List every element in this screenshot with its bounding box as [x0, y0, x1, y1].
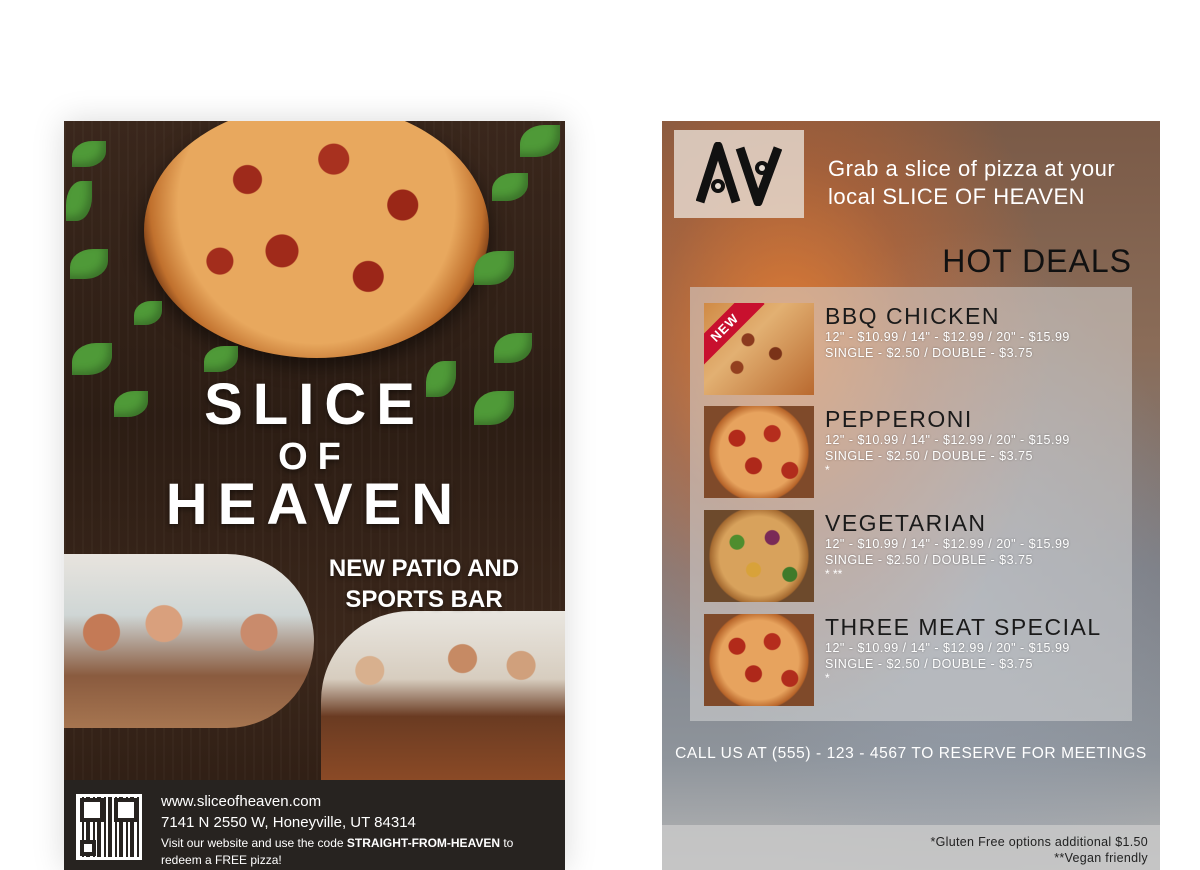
basil-leaf-decoration [474, 251, 514, 285]
basil-leaf-decoration [66, 181, 92, 221]
deal-item-bbq-chicken: NEW BBQ CHICKEN 12" - $10.99 / 14" - $12… [704, 303, 1124, 396]
hot-deals-title: HOT DEALS [942, 243, 1132, 279]
pepperoni-pizza-image [144, 121, 489, 358]
basil-leaf-decoration [134, 301, 162, 325]
patio-line-2: SPORTS BAR [345, 586, 503, 613]
promo-prefix: Visit our website and use the code [161, 836, 347, 850]
deal-slice-prices: SINGLE - $2.50 / DOUBLE - $3.75 [825, 553, 1033, 567]
deal-info: BBQ CHICKEN 12" - $10.99 / 14" - $12.99 … [825, 303, 1125, 361]
patio-diners-photo [64, 554, 314, 728]
three-meat-pizza-image [704, 614, 814, 706]
deal-name: PEPPERONI [825, 406, 973, 432]
deal-info: VEGETARIAN 12" - $10.99 / 14" - $12.99 /… [825, 510, 1125, 580]
deal-item-pepperoni: PEPPERONI 12" - $10.99 / 14" - $12.99 / … [704, 406, 1124, 499]
deal-slice-prices: SINGLE - $2.50 / DOUBLE - $3.75 [825, 346, 1033, 360]
promo-code: STRAIGHT-FROM-HEAVEN [346, 836, 501, 850]
patio-line-1: NEW PATIO AND [328, 555, 520, 582]
deal-name: BBQ CHICKEN [825, 303, 1000, 329]
basil-leaf-decoration [492, 173, 528, 201]
basil-leaf-decoration [204, 346, 238, 372]
deal-name: VEGETARIAN [825, 510, 987, 536]
vegetarian-pizza-image [704, 510, 814, 602]
brand-title-heaven: HEAVEN [165, 472, 464, 537]
deal-prices: 12" - $10.99 / 14" - $12.99 / 20" - $15.… [825, 537, 1070, 551]
logo-box [674, 130, 804, 218]
tagline-line-2: local SLICE OF HEAVEN [828, 184, 1086, 209]
deal-dietary-marks: * ** [825, 567, 843, 581]
deal-item-three-meat-special: THREE MEAT SPECIAL 12" - $10.99 / 14" - … [704, 614, 1124, 707]
flyer-footer: www.sliceofheaven.com 7141 N 2550 W, Hon… [64, 780, 565, 870]
deal-prices: 12" - $10.99 / 14" - $12.99 / 20" - $15.… [825, 433, 1070, 447]
footer-contact: www.sliceofheaven.com 7141 N 2550 W, Hon… [161, 792, 561, 869]
deal-name: THREE MEAT SPECIAL [825, 614, 1102, 640]
slice-of-heaven-flyer: SLICE OF HEAVEN NEW PATIO AND SPORTS BAR… [64, 121, 565, 870]
patio-announcement: NEW PATIO AND SPORTS BAR [304, 553, 544, 615]
deal-dietary-marks: * [825, 463, 830, 477]
basil-leaf-decoration [70, 249, 108, 279]
deal-prices: 12" - $10.99 / 14" - $12.99 / 20" - $15.… [825, 330, 1070, 344]
deal-info: THREE MEAT SPECIAL 12" - $10.99 / 14" - … [825, 614, 1125, 684]
gluten-free-footnote: *Gluten Free options additional $1.50 [930, 835, 1148, 849]
tagline: Grab a slice of pizza at your local SLIC… [828, 155, 1158, 211]
tagline-line-1: Grab a slice of pizza at your [828, 156, 1116, 181]
deal-prices: 12" - $10.99 / 14" - $12.99 / 20" - $15.… [825, 641, 1070, 655]
sports-bar-photo [321, 611, 565, 781]
deal-slice-prices: SINGLE - $2.50 / DOUBLE - $3.75 [825, 657, 1033, 671]
vegan-footnote: **Vegan friendly [1054, 851, 1148, 865]
deal-info: PEPPERONI 12" - $10.99 / 14" - $12.99 / … [825, 406, 1125, 476]
deal-slice-prices: SINGLE - $2.50 / DOUBLE - $3.75 [825, 449, 1033, 463]
promo-line-2: redeem a FREE pizza! [161, 853, 282, 867]
basil-leaf-decoration [72, 141, 106, 167]
address-text: 7141 N 2550 W, Honeyville, UT 84314 [161, 814, 416, 831]
promo-suffix: to [500, 836, 514, 850]
qr-code-icon[interactable] [76, 794, 142, 860]
hot-deals-flyer: Grab a slice of pizza at your local SLIC… [662, 121, 1160, 870]
website-link[interactable]: www.sliceofheaven.com [161, 792, 561, 812]
deals-panel: NEW BBQ CHICKEN 12" - $10.99 / 14" - $12… [690, 287, 1132, 721]
footnotes: *Gluten Free options additional $1.50 **… [662, 825, 1160, 870]
deal-dietary-marks: * [825, 671, 830, 685]
call-to-reserve: CALL US AT (555) - 123 - 4567 TO RESERVE… [675, 745, 1147, 762]
basil-leaf-decoration [494, 333, 532, 363]
bbq-chicken-pizza-image: NEW [704, 303, 814, 395]
basil-leaf-decoration [520, 125, 560, 157]
pepperoni-pizza-image [704, 406, 814, 498]
deal-item-vegetarian: VEGETARIAN 12" - $10.99 / 14" - $12.99 /… [704, 510, 1124, 603]
promo-text: Visit our website and use the code STRAI… [161, 835, 561, 869]
brand-title-slice: SLICE [204, 372, 425, 437]
new-badge: NEW [704, 303, 765, 368]
slice-of-heaven-logo-icon [696, 142, 782, 206]
